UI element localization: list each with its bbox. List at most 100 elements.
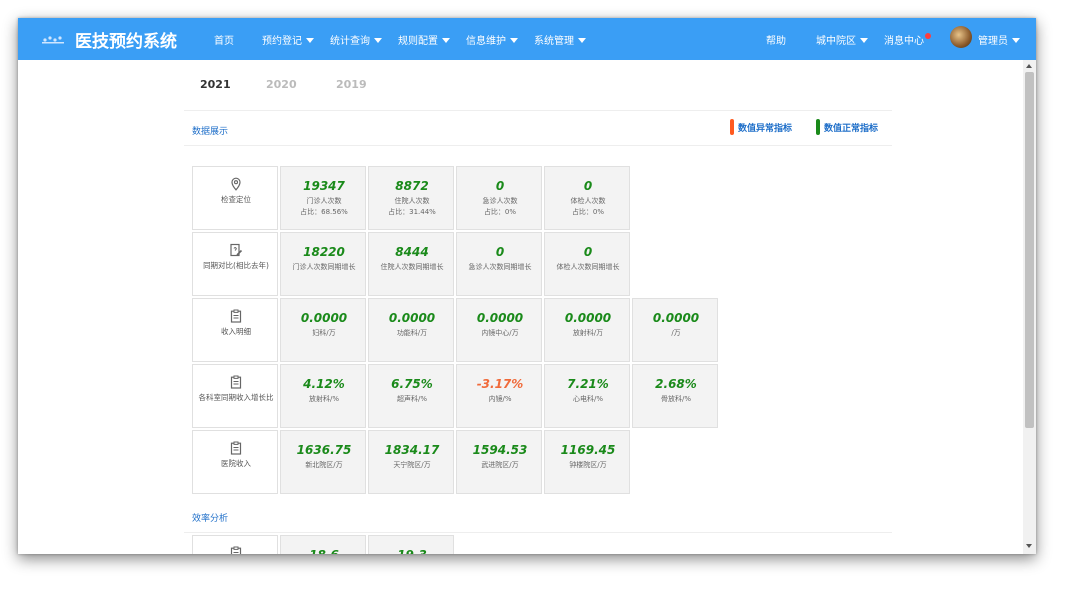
nav-rules-label: 规则配置	[398, 36, 438, 47]
nav-home[interactable]: 首页	[214, 32, 234, 47]
indicator-cell[interactable]: 0.0000/万	[632, 298, 718, 362]
app-title: 医技预约系统	[75, 32, 177, 52]
indicator-cell[interactable]: 0.0000 放射科/万	[544, 298, 630, 362]
scroll-up-icon[interactable]	[1026, 64, 1032, 68]
nav-campus-select[interactable]: 城中院区	[816, 32, 868, 47]
row-header-3: 收入明细	[192, 298, 278, 362]
indicator-label-text: 妇科/万	[312, 329, 336, 337]
indicator-label-text: 内镜/%	[488, 395, 512, 403]
indicator-value: 0	[583, 179, 593, 193]
indicator-ratio-text: 占比：31.44%	[388, 208, 436, 216]
clipboard-icon	[229, 374, 243, 389]
indicator-cell[interactable]: 0.0000 内镜中心/万	[456, 298, 542, 362]
scroll-down-icon[interactable]	[1026, 544, 1032, 548]
row-header-2: 同期对比(相比去年)	[192, 232, 278, 296]
vertical-scrollbar[interactable]	[1023, 60, 1036, 554]
indicator-cell[interactable]: 2.68% 骨放科/%	[632, 364, 718, 428]
caret-down-icon	[306, 38, 314, 43]
indicator-cell[interactable]: 1834.17 天宁院区/万	[368, 430, 454, 494]
avatar[interactable]	[950, 26, 972, 48]
nav-help[interactable]: 帮助	[766, 32, 786, 47]
indicator-ratio-text: 占比：68.56%	[300, 208, 348, 216]
nav-info-label: 信息维护	[466, 36, 506, 47]
indicator-ratio-text: 占比：0%	[571, 208, 605, 216]
nav-messages-label: 消息中心	[884, 36, 924, 47]
indicator-cell[interactable]: 0 体检人次数 占比：0%	[544, 166, 630, 230]
nav-system-menu[interactable]: 系统管理	[534, 32, 586, 47]
nav-rules-menu[interactable]: 规则配置	[398, 32, 450, 47]
indicator-cell[interactable]: 19347 门诊人次数占比：68.56%	[280, 166, 366, 230]
indicator-cell[interactable]: -3.17% 内镜/%	[456, 364, 542, 428]
indicator-value: 1169.45	[560, 443, 616, 457]
indicator-cell[interactable]: 4.12% 放射科/%	[280, 364, 366, 428]
nav-stats-menu[interactable]: 统计查询	[330, 32, 382, 47]
year-tabs: 2021 2020 2019	[184, 60, 892, 111]
clipboard-icon	[229, 440, 243, 455]
indicator-cell[interactable]: 0 急诊人次数 占比：0%	[456, 166, 542, 230]
nav-messages[interactable]: 消息中心	[884, 32, 931, 47]
indicator-label-text: 内镜中心/万	[481, 329, 519, 337]
indicator-label: 体检人次数同期增长	[545, 262, 631, 273]
indicator-label-text: /万	[671, 329, 681, 337]
row-header-label: 同期对比(相比去年)	[203, 261, 269, 270]
indicator-cell[interactable]: 18.6	[280, 535, 366, 554]
indicator-cell[interactable]: 1169.45 钟楼院区/万	[544, 430, 630, 494]
row-header-label: 收入明细	[221, 327, 251, 336]
indicator-label: 天宁院区/万	[369, 460, 455, 471]
nav-booking-menu[interactable]: 预约登记	[262, 32, 314, 47]
row-header-label: 各科室同期收入增长比	[198, 393, 274, 402]
app-window: 医技预约系统 首页 预约登记 统计查询 规则配置 信息维护 系统管理 帮助 城中…	[18, 18, 1036, 554]
row-header-label: 检查定位	[221, 195, 251, 204]
nav-user-menu[interactable]: 管理员	[978, 32, 1020, 47]
indicator-label-text: 门诊人次数	[306, 197, 342, 205]
indicator-value: 0.0000	[300, 311, 348, 325]
indicator-value: 8444	[395, 245, 429, 259]
nav-info-menu[interactable]: 信息维护	[466, 32, 518, 47]
efficiency-header: 效率分析	[184, 502, 892, 533]
indicator-label: 急诊人次数同期增长	[457, 262, 543, 273]
indicator-value: 0.0000	[476, 311, 524, 325]
indicator-cell[interactable]: 0 体检人次数同期增长	[544, 232, 630, 296]
indicator-value: 19347	[303, 179, 345, 193]
scroll-thumb[interactable]	[1025, 72, 1034, 428]
indicator-cell[interactable]: 1636.75 新北院区/万	[280, 430, 366, 494]
indicator-label-text: 急诊人次数同期增长	[468, 263, 532, 271]
indicator-label: /万	[633, 328, 719, 339]
indicator-label: 急诊人次数 占比：0%	[457, 196, 543, 218]
caret-down-icon	[860, 38, 868, 43]
indicator-label: 门诊人次数同期增长	[281, 262, 367, 273]
indicator-label: 住院人次数同期增长	[369, 262, 455, 273]
indicator-cell[interactable]: 0 急诊人次数同期增长	[456, 232, 542, 296]
indicator-value: 7.21%	[567, 377, 609, 391]
tab-year-2019[interactable]: 2019	[336, 78, 367, 91]
indicator-label: 超声科/%	[369, 394, 455, 405]
edit-doc-icon	[229, 242, 243, 257]
indicator-cell[interactable]: 0.0000 功能科/万	[368, 298, 454, 362]
indicator-value: 0.0000	[564, 311, 612, 325]
indicator-label: 妇科/万	[281, 328, 367, 339]
indicator-label-text: 钟楼院区/万	[569, 461, 607, 469]
tab-year-2021[interactable]: 2021	[200, 78, 231, 91]
indicator-label-text: 急诊人次数	[482, 197, 518, 205]
indicator-label-text: 骨放科/%	[660, 395, 691, 403]
indicator-cell[interactable]: 0.0000 妇科/万	[280, 298, 366, 362]
indicator-label-text: 新北院区/万	[305, 461, 343, 469]
indicator-value: 0	[495, 179, 505, 193]
indicator-label-text: 超声科/%	[396, 395, 427, 403]
indicator-cell[interactable]: 8444 住院人次数同期增长	[368, 232, 454, 296]
indicator-label: 内镜中心/万	[457, 328, 543, 339]
indicator-cell[interactable]: 18220 门诊人次数同期增长	[280, 232, 366, 296]
indicator-cell[interactable]: 6.75% 超声科/%	[368, 364, 454, 428]
indicator-cell[interactable]: 19.3	[368, 535, 454, 554]
caret-down-icon	[578, 38, 586, 43]
indicator-value: 0	[495, 245, 505, 259]
tab-year-2020[interactable]: 2020	[266, 78, 297, 91]
indicator-cell[interactable]: 1594.53 武进院区/万	[456, 430, 542, 494]
indicator-cell[interactable]: 8872 住院人次数 占比：31.44%	[368, 166, 454, 230]
logo-icon	[42, 36, 64, 44]
indicator-value: 19.3	[369, 548, 455, 554]
legend-normal-swatch	[816, 119, 820, 135]
indicator-cell[interactable]: 7.21% 心电科/%	[544, 364, 630, 428]
indicator-label-text: 心电科/%	[572, 395, 603, 403]
legend-normal-label: 数值正常指标	[824, 124, 879, 134]
